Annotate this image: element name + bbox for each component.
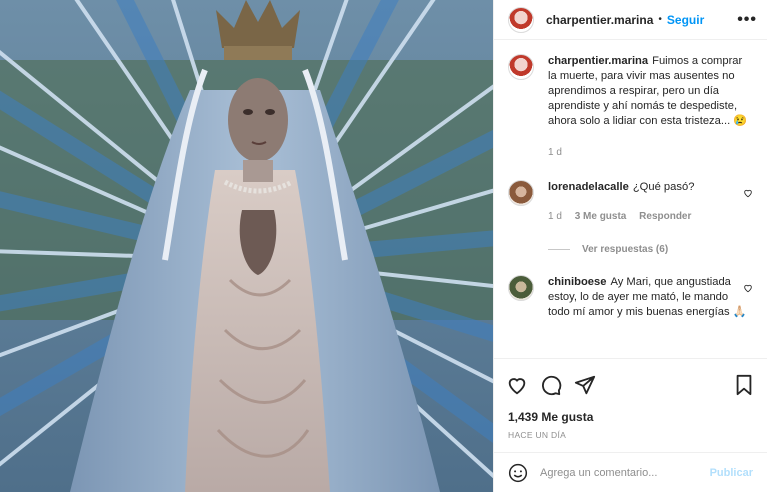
caption-username[interactable]: charpentier.marina	[548, 55, 648, 67]
reply-button[interactable]: Responder	[639, 211, 691, 222]
action-bar	[494, 358, 767, 410]
comment-item: chiniboese Ay Mari, que angustiada estoy,…	[508, 275, 753, 320]
emoji-icon[interactable]	[508, 463, 528, 483]
bookmark-icon[interactable]	[733, 374, 755, 396]
author-avatar[interactable]	[508, 6, 534, 33]
comment-icon[interactable]	[540, 374, 562, 396]
replies-divider	[548, 249, 570, 250]
comment-time[interactable]: 1 d	[548, 211, 562, 222]
commenter-avatar[interactable]	[508, 180, 534, 206]
caption: charpentier.marina Fuimos a comprar la mu…	[508, 54, 753, 160]
comment-text: ¿Qué pasó?	[632, 181, 695, 193]
publish-button[interactable]: Publicar	[710, 467, 753, 479]
comment-username[interactable]: chiniboese	[548, 276, 606, 288]
comment-username[interactable]: lorenadelacalle	[548, 181, 629, 193]
post-age[interactable]: HACE UN DÍA	[494, 424, 767, 440]
view-replies-label[interactable]: Ver respuestas (6)	[582, 244, 668, 255]
view-replies-button[interactable]: Ver respuestas (6)	[548, 244, 753, 255]
follow-button[interactable]: Seguir	[667, 13, 704, 27]
caption-avatar[interactable]	[508, 54, 534, 80]
like-comment-heart-icon[interactable]	[743, 188, 753, 198]
commenter-avatar[interactable]	[508, 275, 534, 301]
comment-item: lorenadelacalle ¿Qué pasó? 1 d 3 Me gusta…	[508, 180, 753, 224]
likes-count[interactable]: 1,439 Me gusta	[494, 410, 767, 424]
share-icon[interactable]	[574, 374, 596, 396]
heart-icon[interactable]	[506, 374, 528, 396]
comment-input[interactable]	[540, 466, 710, 479]
author-username[interactable]: charpentier.marina	[546, 13, 653, 27]
like-comment-heart-icon[interactable]	[743, 283, 753, 293]
comment-meta: 1 d 3 Me gusta Responder	[548, 209, 748, 224]
post-image[interactable]	[0, 0, 493, 492]
virgin-statue-illustration	[0, 0, 493, 492]
add-comment-bar: Publicar	[494, 452, 767, 492]
post-panel: charpentier.marina • Seguir ••• charpent…	[493, 0, 767, 492]
comment-likes[interactable]: 3 Me gusta	[575, 211, 627, 222]
more-options-icon[interactable]: •••	[737, 11, 757, 29]
separator-dot: •	[658, 14, 662, 25]
comments-list[interactable]: charpentier.marina Fuimos a comprar la mu…	[494, 40, 767, 358]
post-header: charpentier.marina • Seguir •••	[494, 0, 767, 40]
caption-meta: 1 d	[548, 145, 748, 160]
caption-time[interactable]: 1 d	[548, 147, 562, 158]
post-view: charpentier.marina • Seguir ••• charpent…	[0, 0, 767, 492]
